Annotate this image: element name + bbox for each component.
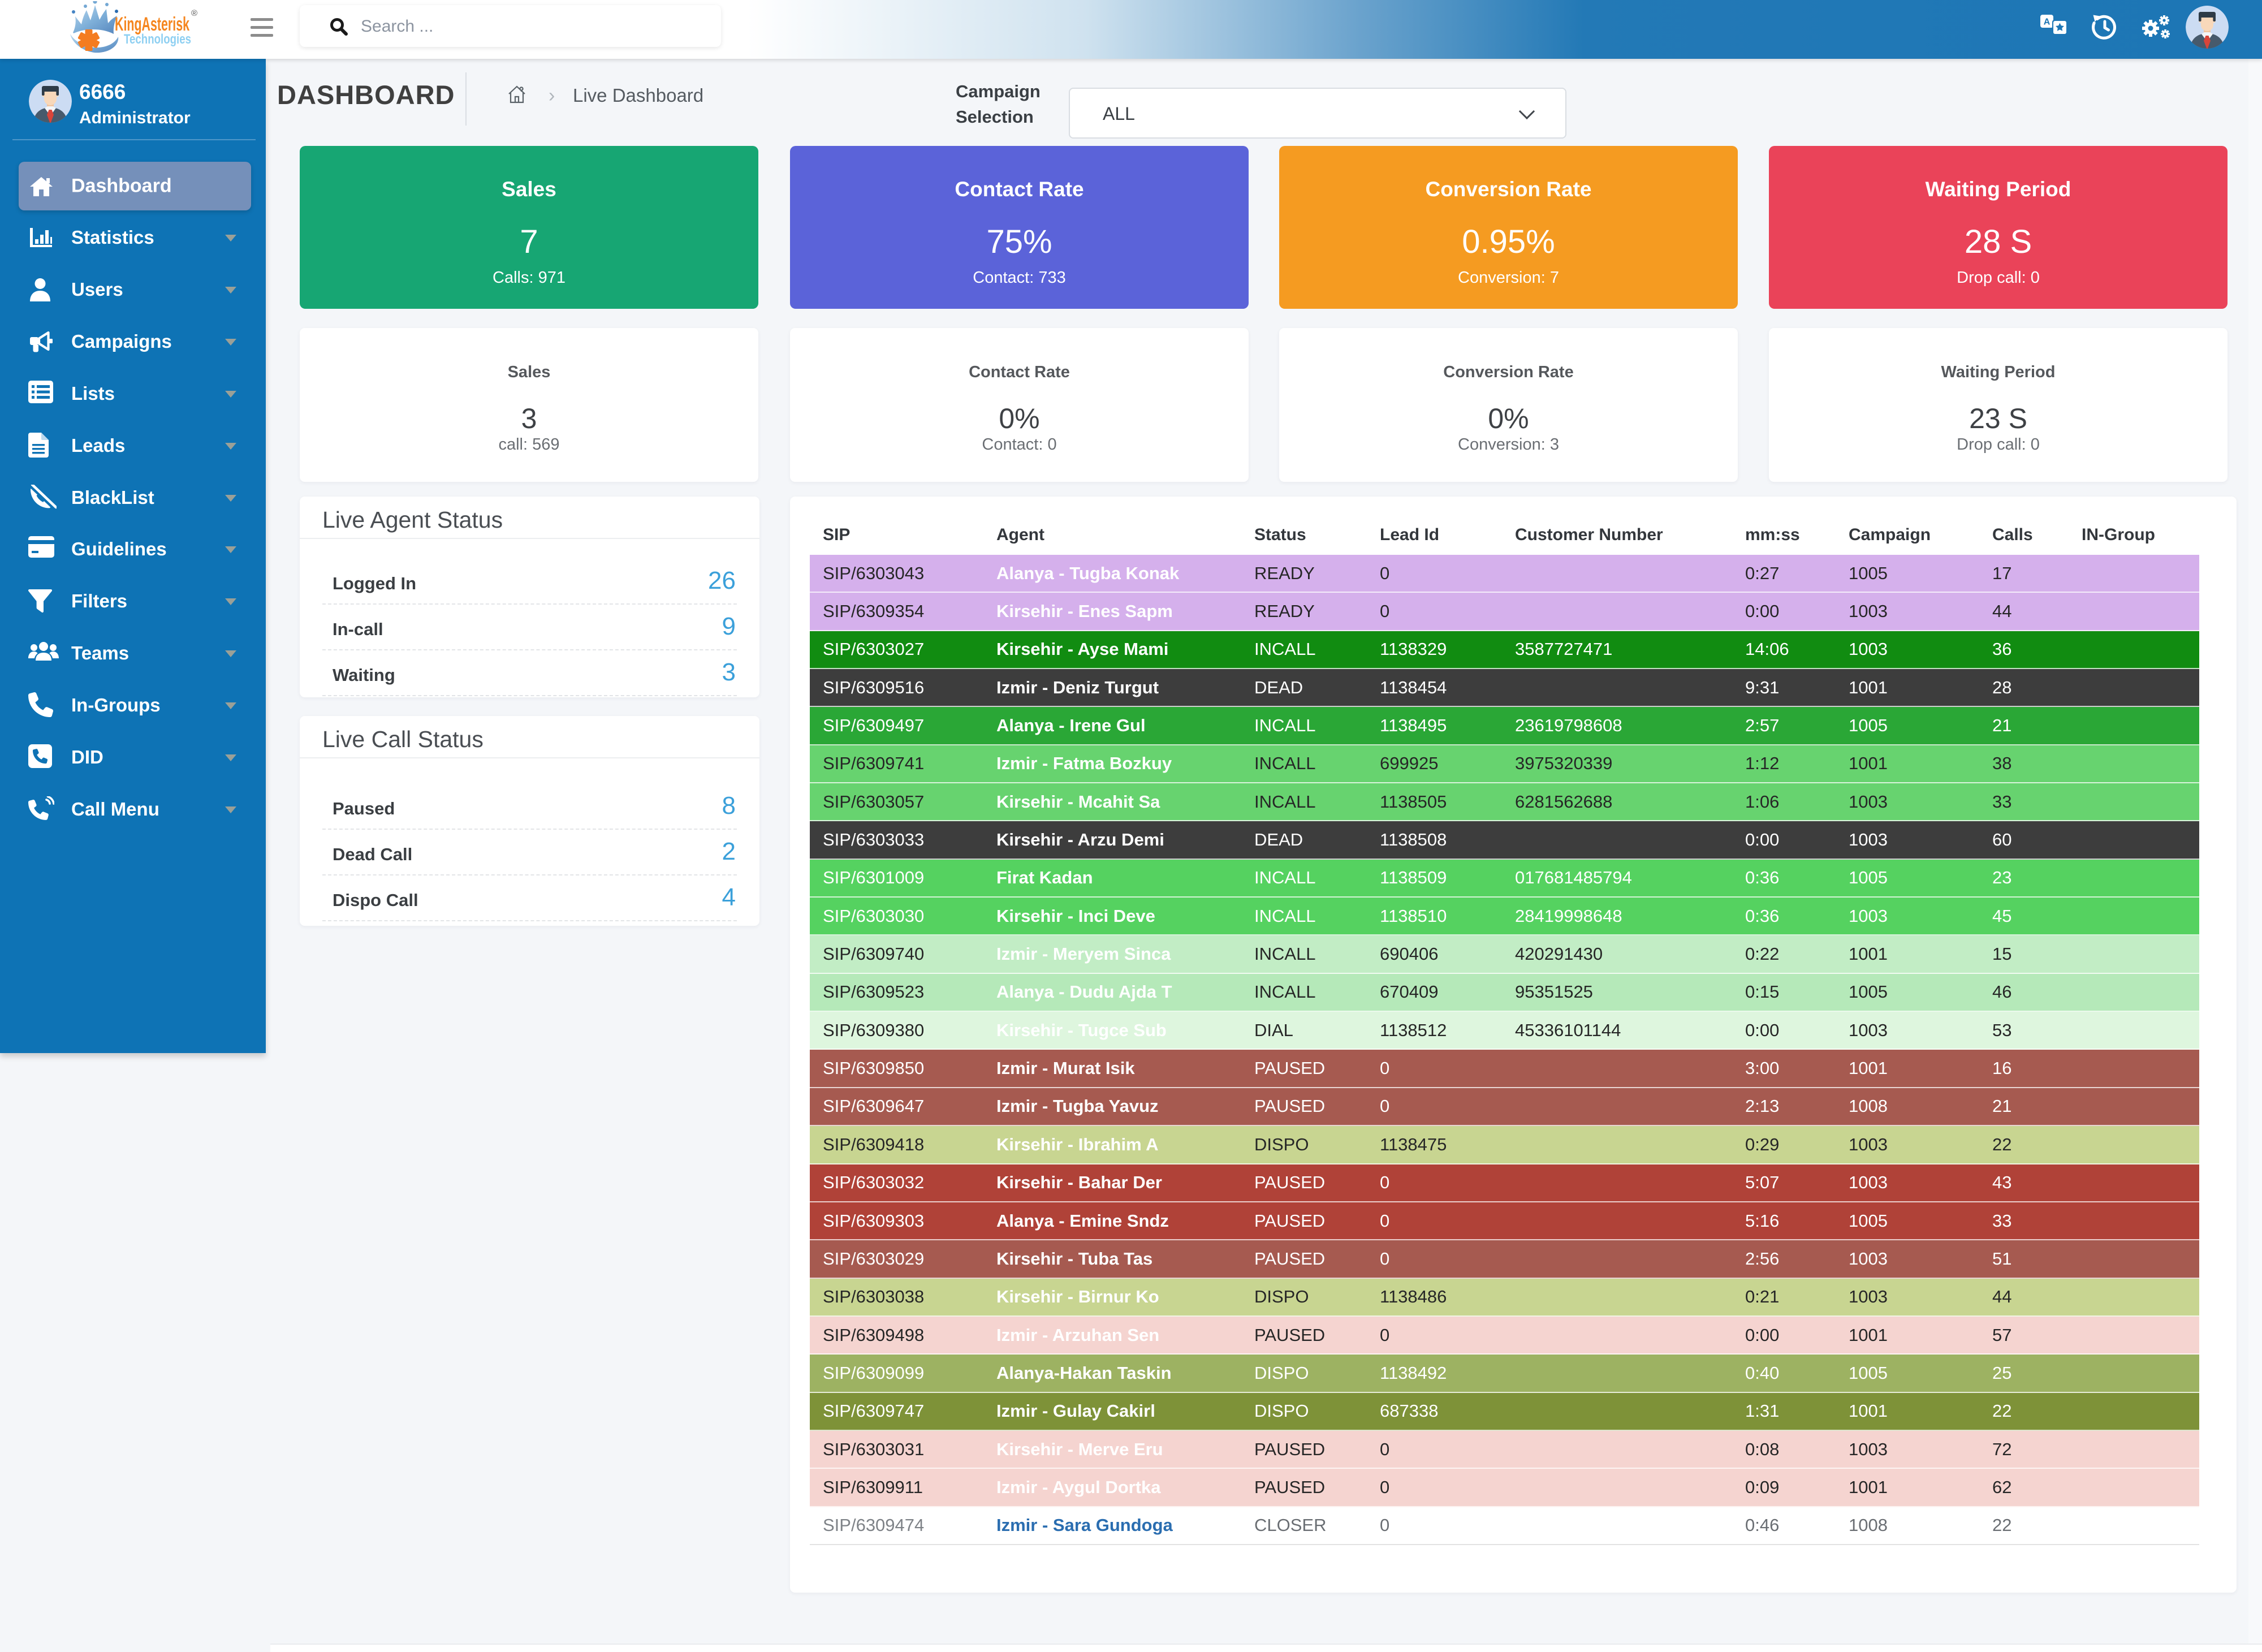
svg-text:A: A: [2044, 18, 2051, 27]
svg-text:Technologies: Technologies: [124, 32, 191, 47]
svg-text:®: ®: [191, 8, 197, 18]
